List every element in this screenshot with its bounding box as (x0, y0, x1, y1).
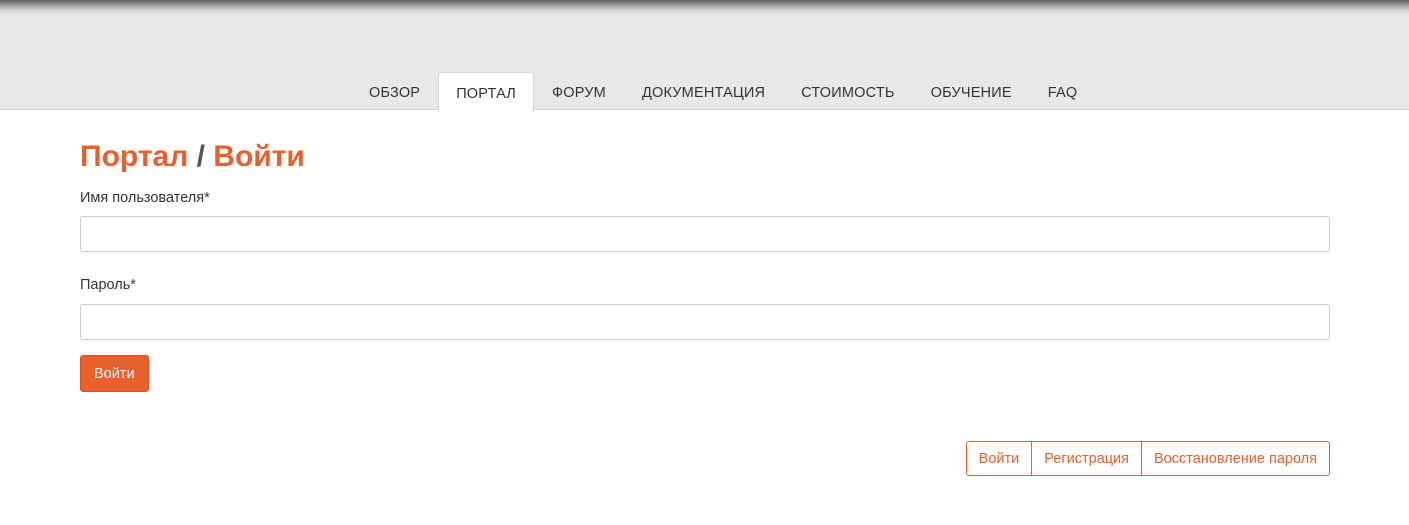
tab-pricing[interactable]: СТОИМОСТЬ (783, 72, 912, 111)
tab-documentation[interactable]: ДОКУМЕНТАЦИЯ (624, 72, 783, 111)
header-top-shadow (0, 0, 1409, 14)
login-submit-button[interactable]: Войти (80, 355, 149, 392)
site-header: ОБЗОР ПОРТАЛ ФОРУМ ДОКУМЕНТАЦИЯ СТОИМОСТ… (0, 0, 1409, 112)
tab-training[interactable]: ОБУЧЕНИЕ (913, 72, 1030, 111)
register-link-button[interactable]: Регистрация (1031, 441, 1143, 476)
breadcrumb-portal[interactable]: Портал (80, 140, 188, 173)
username-input[interactable] (80, 216, 1330, 252)
tab-overview[interactable]: ОБЗОР (351, 72, 438, 111)
breadcrumb-separator: / (196, 140, 205, 173)
password-label: Пароль* (80, 277, 136, 293)
tab-forum[interactable]: ФОРУМ (534, 72, 624, 111)
auth-links-group: Войти Регистрация Восстановление пароля (965, 441, 1330, 476)
tab-portal[interactable]: ПОРТАЛ (438, 72, 534, 112)
password-input[interactable] (80, 304, 1330, 340)
main-nav: ОБЗОР ПОРТАЛ ФОРУМ ДОКУМЕНТАЦИЯ СТОИМОСТ… (351, 72, 1096, 112)
page-title: Портал / Войти (80, 140, 305, 174)
recover-password-link-button[interactable]: Восстановление пароля (1141, 441, 1330, 476)
tab-faq[interactable]: FAQ (1030, 72, 1096, 111)
username-label: Имя пользователя* (80, 190, 210, 206)
breadcrumb-current-page: Войти (213, 140, 305, 173)
login-link-button[interactable]: Войти (965, 441, 1033, 476)
